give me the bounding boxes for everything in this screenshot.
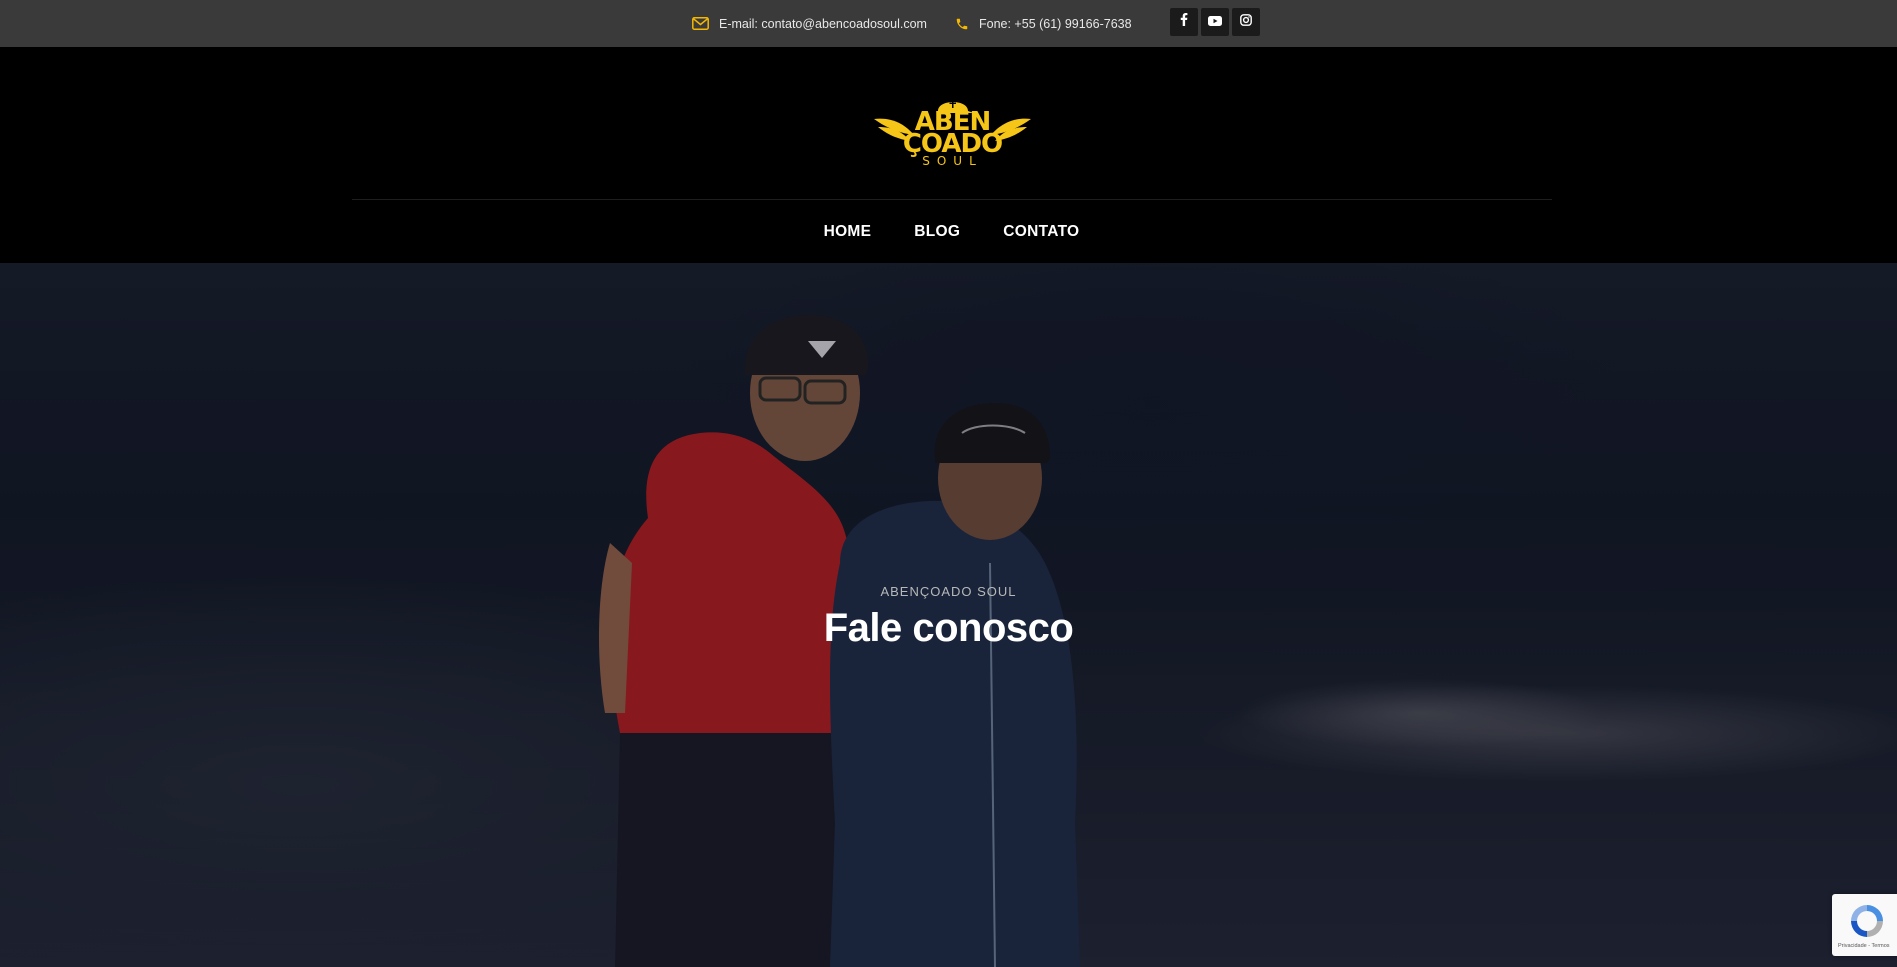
youtube-icon <box>1208 13 1222 31</box>
hero-banner: ABENÇOADO SOUL Fale conosco <box>0 263 1897 967</box>
email-contact[interactable]: E-mail: contato@abencoadosoul.com <box>692 0 927 47</box>
phone-contact[interactable]: Fone: +55 (61) 99166-7638 <box>955 0 1132 47</box>
recaptcha-icon <box>1848 902 1886 945</box>
youtube-button[interactable] <box>1201 8 1229 36</box>
hero-kicker: ABENÇOADO SOUL <box>880 584 1017 599</box>
page-title: Fale conosco <box>823 606 1074 650</box>
instagram-button[interactable] <box>1232 8 1260 36</box>
email-text: E-mail: contato@abencoadosoul.com <box>719 16 927 31</box>
main-nav: HOME BLOG CONTATO <box>0 200 1897 263</box>
envelope-icon <box>692 17 709 30</box>
nav-item-blog[interactable]: BLOG <box>914 223 960 241</box>
phone-text: Fone: +55 (61) 99166-7638 <box>979 16 1132 31</box>
instagram-icon <box>1240 13 1252 31</box>
facebook-button[interactable] <box>1170 8 1198 36</box>
social-links <box>1170 8 1260 36</box>
recaptcha-links[interactable]: Privacidade - Termos <box>1838 943 1890 949</box>
top-bar: E-mail: contato@abencoadosoul.com Fone: … <box>0 0 1897 47</box>
site-logo[interactable]: ABEN ÇOADO SOUL <box>870 89 1035 173</box>
recaptcha-badge[interactable]: Privacidade - Termos <box>1832 894 1897 956</box>
facebook-icon <box>1180 13 1188 31</box>
site-header: ABEN ÇOADO SOUL HOME BLOG CONTATO <box>0 47 1897 263</box>
logo-line-3: SOUL <box>922 154 983 168</box>
nav-item-contato[interactable]: CONTATO <box>1003 223 1079 241</box>
nav-item-home[interactable]: HOME <box>824 223 872 241</box>
phone-icon <box>955 17 969 31</box>
